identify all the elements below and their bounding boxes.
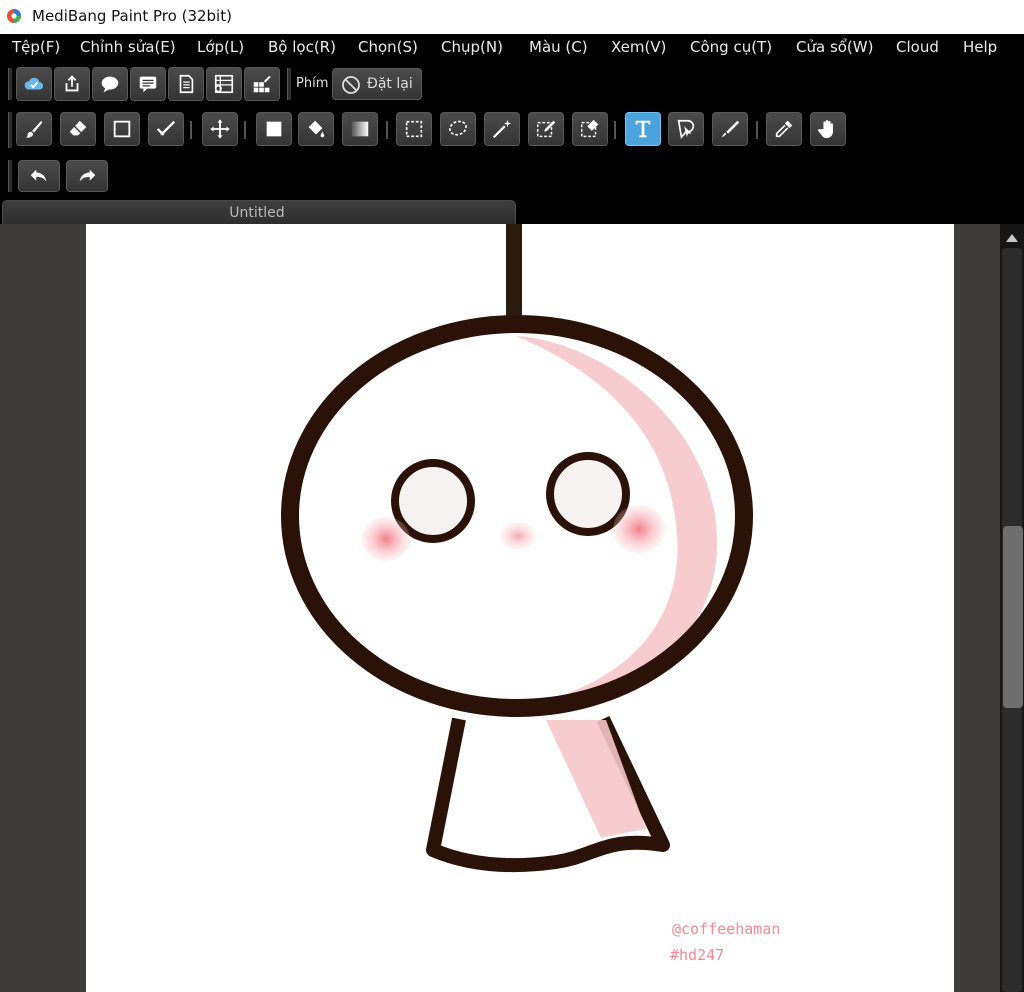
toolbar-grip[interactable] xyxy=(8,112,12,148)
pointer-icon xyxy=(677,119,695,140)
select-rect-icon xyxy=(405,120,423,138)
magic-wand-tool[interactable] xyxy=(484,112,520,146)
blend-tool[interactable] xyxy=(712,112,748,146)
hand-tool[interactable] xyxy=(810,112,846,146)
select-pen-icon xyxy=(537,120,556,138)
share-button[interactable] xyxy=(54,67,90,101)
fill-square-tool[interactable] xyxy=(256,112,292,146)
toolbar-grip[interactable] xyxy=(8,68,12,100)
chat-button[interactable] xyxy=(92,67,128,101)
tile-icon xyxy=(253,75,271,93)
fill-square-icon xyxy=(266,121,282,137)
comment-button[interactable] xyxy=(130,67,166,101)
layer-panel-button[interactable] xyxy=(206,67,242,101)
text-tool[interactable] xyxy=(625,112,661,146)
move-tool[interactable] xyxy=(202,112,238,146)
move-icon xyxy=(210,119,230,139)
select-eraser-icon xyxy=(581,119,599,138)
select-pen-tool[interactable] xyxy=(528,112,564,146)
document-tab-title: Untitled xyxy=(229,205,285,221)
window-title: MediBang Paint Pro (32bit) xyxy=(32,7,232,25)
menu-layer[interactable]: Lớp(L) xyxy=(197,38,244,56)
lasso-icon xyxy=(449,120,467,136)
undo-button[interactable] xyxy=(18,160,60,192)
menu-filter[interactable]: Bộ lọc(R) xyxy=(268,38,336,56)
scroll-thumb[interactable] xyxy=(1003,526,1023,708)
brush-tool[interactable] xyxy=(16,112,52,146)
cloud-check-icon xyxy=(24,77,44,90)
drawing-canvas[interactable]: @coffeehaman #hd247 xyxy=(86,224,954,992)
chat-bubble-icon xyxy=(101,76,119,93)
menu-bar: Tệp(F) Chỉnh sửa(E) Lớp(L) Bộ lọc(R) Chọ… xyxy=(0,34,1024,62)
eyedropper-tool[interactable] xyxy=(766,112,802,146)
menu-snap[interactable]: Chụp(N) xyxy=(441,38,503,56)
hand-icon xyxy=(818,120,833,139)
watermark-hashtag: #hd247 xyxy=(670,946,725,964)
tool-divider xyxy=(190,121,192,139)
magic-wand-icon xyxy=(492,119,512,139)
page-button[interactable] xyxy=(168,67,204,101)
menu-select[interactable]: Chọn(S) xyxy=(358,38,418,56)
rectangle-tool[interactable] xyxy=(104,112,140,146)
layer-panel-icon xyxy=(214,74,234,94)
toolbar-history xyxy=(0,154,1024,198)
pointer-tool[interactable] xyxy=(668,112,704,146)
check-pen-icon xyxy=(156,120,176,136)
select-eraser-tool[interactable] xyxy=(572,112,608,146)
eraser-icon xyxy=(69,120,87,136)
brush-icon xyxy=(25,120,43,138)
menu-color[interactable]: Màu (C) xyxy=(529,38,588,56)
character-illustration xyxy=(281,224,753,873)
gradient-icon xyxy=(351,121,369,137)
reset-label: Đặt lại xyxy=(367,76,413,92)
select-rect-tool[interactable] xyxy=(396,112,432,146)
scroll-up-icon[interactable] xyxy=(1006,234,1018,242)
shortcut-label: Phím xyxy=(296,76,329,91)
redo-icon xyxy=(79,169,96,182)
tile-button[interactable] xyxy=(244,67,280,101)
cloud-check-button[interactable] xyxy=(16,67,52,101)
reset-button[interactable]: Đặt lại xyxy=(332,68,422,100)
text-icon xyxy=(635,120,651,138)
blend-icon xyxy=(721,120,740,138)
eraser-tool[interactable] xyxy=(60,112,96,146)
menu-edit[interactable]: Chỉnh sửa(E) xyxy=(80,38,176,56)
gradient-tool[interactable] xyxy=(342,112,378,146)
watermark-handle: @coffeehaman xyxy=(672,920,781,938)
check-pen-tool[interactable] xyxy=(148,112,184,146)
menu-tools[interactable]: Công cụ(T) xyxy=(690,38,772,56)
title-bar: MediBang Paint Pro (32bit) xyxy=(0,0,1024,34)
redo-button[interactable] xyxy=(66,160,108,192)
tool-divider xyxy=(756,121,758,139)
menu-file[interactable]: Tệp(F) xyxy=(12,38,60,56)
menu-help[interactable]: Help xyxy=(963,38,997,56)
toolbar-grip[interactable] xyxy=(287,68,291,100)
bucket-tool[interactable] xyxy=(298,112,334,146)
comment-icon xyxy=(139,76,157,93)
menu-view[interactable]: Xem(V) xyxy=(611,38,666,56)
menu-window[interactable]: Cửa sổ(W) xyxy=(796,38,873,56)
eyedropper-icon xyxy=(775,120,793,138)
tool-divider xyxy=(386,121,388,139)
toolbar-grip[interactable] xyxy=(8,160,12,192)
page-icon xyxy=(179,74,194,94)
medibang-app-icon xyxy=(7,9,21,23)
share-icon xyxy=(65,75,79,92)
lasso-tool[interactable] xyxy=(440,112,476,146)
tool-divider xyxy=(614,121,616,139)
menu-cloud[interactable]: Cloud xyxy=(896,38,939,56)
bucket-icon xyxy=(308,120,325,138)
tool-divider xyxy=(244,121,246,139)
undo-icon xyxy=(30,169,47,182)
rectangle-icon xyxy=(113,120,131,138)
prohibited-icon xyxy=(342,76,360,94)
